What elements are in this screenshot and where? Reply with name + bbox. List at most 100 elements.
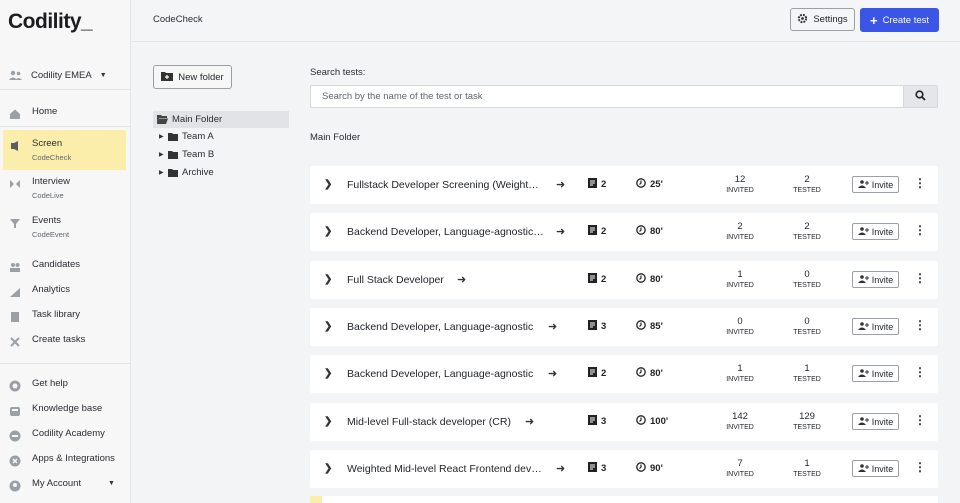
sidebar-item-home[interactable]: Home xyxy=(3,106,126,120)
add-user-icon xyxy=(857,463,869,474)
add-user-icon xyxy=(857,274,869,285)
sidebar-item-sublabel: CodeCheck xyxy=(32,153,72,162)
folder-archive[interactable]: ▶ Archive xyxy=(159,167,214,178)
test-name[interactable]: Backend Developer, Language-agnostic… xyxy=(347,226,544,238)
document-icon xyxy=(588,462,597,475)
more-options-icon[interactable]: ⋮ xyxy=(914,413,926,427)
sidebar-item-get-help[interactable]: Get help xyxy=(3,378,126,392)
chevron-right-icon[interactable]: ❯ xyxy=(324,416,332,427)
sidebar-item-my-account[interactable]: My Account ▼ xyxy=(3,478,126,492)
add-user-icon xyxy=(857,416,869,427)
caret-right-icon[interactable]: ▶ xyxy=(159,151,168,158)
sidebar-item-events[interactable]: Events CodeEvent xyxy=(3,215,126,239)
table-row[interactable]: ❯ Backend Developer, Language-agnostic… … xyxy=(310,213,938,251)
org-switcher[interactable]: Codility EMEA ▼ xyxy=(0,62,131,90)
chevron-right-icon[interactable]: ❯ xyxy=(324,463,332,474)
chevron-right-icon[interactable]: ❯ xyxy=(324,321,332,332)
chevron-right-icon[interactable]: ❯ xyxy=(324,226,332,237)
arrow-right-icon[interactable]: ➜ xyxy=(556,225,565,238)
more-options-icon[interactable]: ⋮ xyxy=(914,223,926,237)
divider xyxy=(0,126,131,127)
invite-button[interactable]: Invite xyxy=(852,413,899,430)
clock-icon xyxy=(636,320,646,333)
folder-main[interactable]: Main Folder xyxy=(153,111,289,128)
sidebar-item-label: Interview xyxy=(32,176,71,187)
sidebar-item-label: Task library xyxy=(32,309,81,320)
sidebar-item-apps-integrations[interactable]: Apps & Integrations xyxy=(3,453,126,467)
clock-icon xyxy=(636,367,646,380)
task-count: 3 xyxy=(588,462,606,475)
more-options-icon[interactable]: ⋮ xyxy=(914,318,926,332)
test-name[interactable]: Backend Developer, Language-agnostic xyxy=(347,321,533,333)
codility-logo[interactable]: Codility_ xyxy=(8,10,93,34)
search-input[interactable] xyxy=(310,85,904,108)
caret-right-icon[interactable]: ▶ xyxy=(159,133,168,140)
table-row[interactable]: ❯ Full Stack Developer ➜ 2 80' 1 INVITED… xyxy=(310,261,938,299)
sidebar-item-interview[interactable]: Interview CodeLive xyxy=(3,176,126,200)
folder-open-icon xyxy=(157,115,168,124)
sidebar-item-label: Get help xyxy=(32,378,68,389)
arrow-right-icon[interactable]: ➜ xyxy=(556,178,565,191)
team-icon xyxy=(8,69,22,83)
add-user-icon xyxy=(857,179,869,190)
invite-button[interactable]: Invite xyxy=(852,460,899,477)
tested-stat: 0 TESTED xyxy=(793,316,821,336)
task-count: 2 xyxy=(588,225,606,238)
divider xyxy=(0,363,131,364)
invited-stat: 142 INVITED xyxy=(726,411,754,431)
clock-icon xyxy=(636,415,646,428)
arrow-right-icon[interactable]: ➜ xyxy=(548,367,557,380)
invite-button[interactable]: Invite xyxy=(852,271,899,288)
arrow-right-icon[interactable]: ➜ xyxy=(556,462,565,475)
sidebar-item-analytics[interactable]: Analytics xyxy=(3,284,126,298)
sidebar-item-candidates[interactable]: Candidates xyxy=(3,259,126,273)
table-row[interactable]: ❯ Backend Developer, Language-agnostic ➜… xyxy=(310,355,938,393)
document-icon xyxy=(588,320,597,333)
time-limit: 80' xyxy=(636,367,663,380)
tested-stat: 0 TESTED xyxy=(793,269,821,289)
table-row[interactable]: ❯ Weighted Mid-level React Frontend dev…… xyxy=(310,450,938,488)
test-name[interactable]: Mid-level Full-stack developer (CR) xyxy=(347,416,511,428)
arrow-right-icon[interactable]: ➜ xyxy=(548,320,557,333)
tested-stat: 129 TESTED xyxy=(793,411,821,431)
arrow-right-icon[interactable]: ➜ xyxy=(457,273,466,286)
more-options-icon[interactable]: ⋮ xyxy=(914,460,926,474)
sidebar-item-create-tasks[interactable]: Create tasks xyxy=(3,334,126,348)
add-user-icon xyxy=(857,226,869,237)
new-folder-button[interactable]: New folder xyxy=(153,65,232,89)
folder-team-a[interactable]: ▶ Team A xyxy=(159,131,214,142)
chevron-right-icon[interactable]: ❯ xyxy=(324,179,332,190)
caret-right-icon[interactable]: ▶ xyxy=(159,169,168,176)
test-name[interactable]: Fullstack Developer Screening (Weight… xyxy=(347,179,539,191)
more-options-icon[interactable]: ⋮ xyxy=(914,271,926,285)
document-icon xyxy=(588,273,597,286)
table-row[interactable]: ❯ Fullstack Developer Screening (Weight…… xyxy=(310,166,938,204)
arrow-right-icon[interactable]: ➜ xyxy=(525,415,534,428)
test-name[interactable]: Full Stack Developer xyxy=(347,274,444,286)
sidebar-item-codility-academy[interactable]: Codility Academy xyxy=(3,428,126,442)
folder-team-b[interactable]: ▶ Team B xyxy=(159,149,214,160)
create-test-button[interactable]: + Create test xyxy=(860,8,939,32)
more-options-icon[interactable]: ⋮ xyxy=(914,365,926,379)
invite-button[interactable]: Invite xyxy=(852,318,899,335)
invite-button[interactable]: Invite xyxy=(852,176,899,193)
table-row[interactable]: ❯ Backend Developer, Language-agnostic ➜… xyxy=(310,308,938,346)
search-button[interactable] xyxy=(903,85,938,108)
test-name[interactable]: Backend Developer, Language-agnostic xyxy=(347,368,533,380)
table-row[interactable]: ❯ Mid-level Full-stack developer (CR) ➜ … xyxy=(310,403,938,441)
sidebar-item-label: Events xyxy=(32,215,62,226)
chevron-right-icon[interactable]: ❯ xyxy=(324,274,332,285)
more-options-icon[interactable]: ⋮ xyxy=(914,176,926,190)
integrations-icon xyxy=(8,454,21,467)
sidebar-item-screen[interactable]: Screen CodeCheck xyxy=(3,130,126,170)
search-label: Search tests: xyxy=(310,67,366,78)
task-count: 3 xyxy=(588,415,606,428)
test-name[interactable]: Weighted Mid-level React Frontend dev… xyxy=(347,463,542,475)
invite-button[interactable]: Invite xyxy=(852,365,899,382)
sidebar: Codility_ Codility EMEA ▼ Home Screen Cod… xyxy=(0,0,131,503)
chevron-right-icon[interactable]: ❯ xyxy=(324,368,332,379)
sidebar-item-knowledge-base[interactable]: Knowledge base xyxy=(3,403,126,417)
sidebar-item-task-library[interactable]: Task library xyxy=(3,309,126,323)
settings-button[interactable]: Settings xyxy=(790,8,855,31)
invite-button[interactable]: Invite xyxy=(852,223,899,240)
